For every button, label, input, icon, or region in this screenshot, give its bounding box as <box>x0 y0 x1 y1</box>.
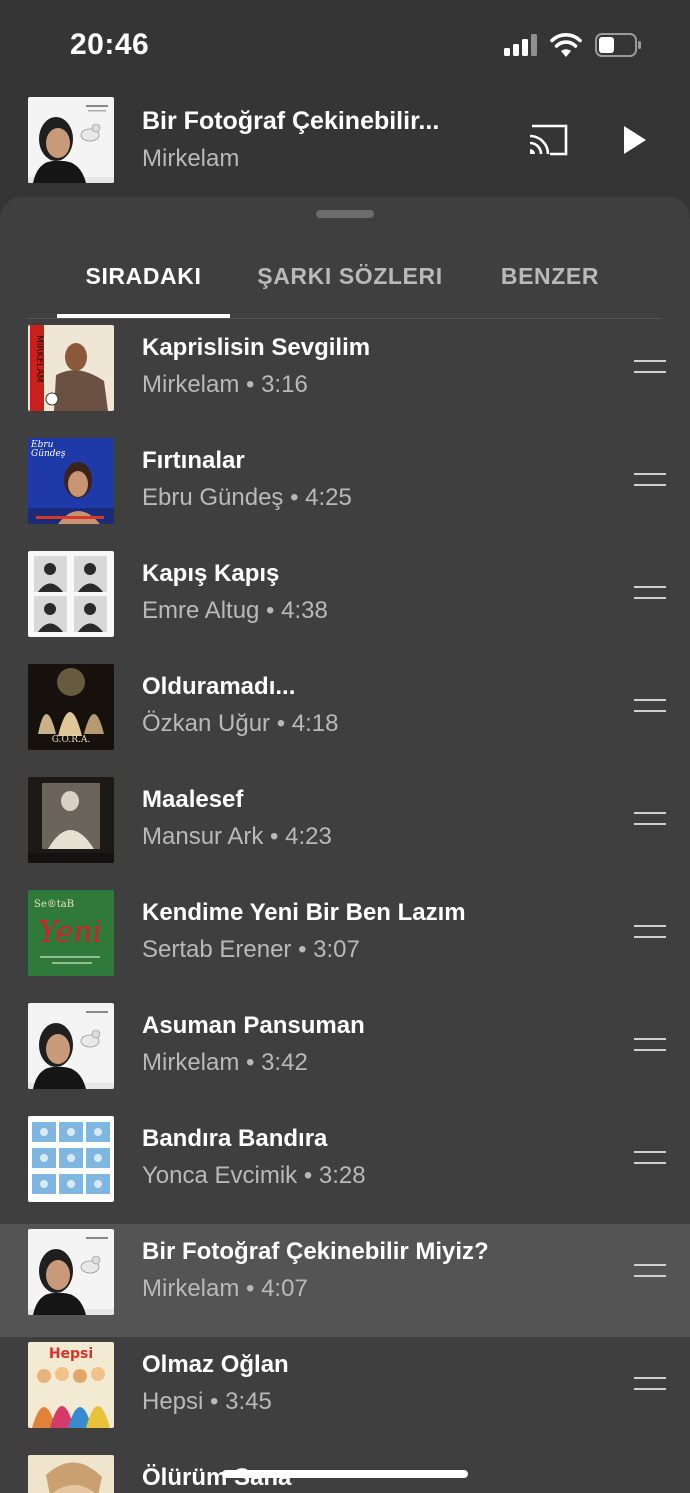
album-art: MIRKELAM <box>28 325 114 411</box>
track-title: Olmaz Oğlan <box>142 1351 289 1378</box>
svg-text:Gündeş: Gündeş <box>31 449 66 459</box>
track-title: Olduramadı... <box>142 673 296 700</box>
tab-lyrics[interactable]: ŞARKI SÖZLERI <box>250 263 450 290</box>
play-icon[interactable] <box>616 120 652 160</box>
reorder-handle-icon[interactable] <box>634 1038 666 1052</box>
status-time: 20:46 <box>70 28 150 61</box>
album-art <box>28 1229 114 1315</box>
reorder-handle-icon[interactable] <box>634 925 666 939</box>
queue-row[interactable]: Se®taB Yeni Kendime Yeni Bir Ben Lazım S… <box>0 885 690 998</box>
queue-row[interactable]: Asuman Pansuman Mirkelam • 3:42 <box>0 998 690 1111</box>
home-indicator[interactable] <box>222 1470 468 1478</box>
queue-row[interactable]: Bandıra Bandıra Yonca Evcimik • 3:28 <box>0 1111 690 1224</box>
track-artist-duration: Hepsi • 3:45 <box>142 1388 272 1415</box>
reorder-handle-icon[interactable] <box>634 1264 666 1278</box>
track-title: Maalesef <box>142 786 244 813</box>
album-art <box>28 1116 114 1202</box>
album-art: G.O.R.A. <box>28 664 114 750</box>
track-title: Fırtınalar <box>142 447 245 474</box>
cellular-signal-icon <box>504 34 540 56</box>
queue-row[interactable]: MIRKELAM Kaprislisin Sevgilim Mirkelam •… <box>0 320 690 433</box>
now-playing-artist: Mirkelam <box>142 145 240 172</box>
svg-text:Hepsi: Hepsi <box>49 1346 93 1362</box>
reorder-handle-icon[interactable] <box>634 1377 666 1391</box>
album-art <box>28 1003 114 1089</box>
track-title: Kendime Yeni Bir Ben Lazım <box>142 899 466 926</box>
track-title: Kaprislisin Sevgilim <box>142 334 371 361</box>
queue-sheet: SIRADAKI ŞARKI SÖZLERI BENZER MIRKELAM K… <box>0 197 690 1493</box>
album-art <box>28 1455 114 1493</box>
track-artist-duration: Emre Altug • 4:38 <box>142 597 328 624</box>
album-art: Ebru Gündeş <box>28 438 114 524</box>
track-artist-duration: Mansur Ark • 4:23 <box>142 823 332 850</box>
track-artist-duration: Özkan Uğur • 4:18 <box>142 710 339 737</box>
now-playing-title: Bir Fotoğraf Çekinebilir... <box>142 107 440 135</box>
status-bar: 20:46 <box>0 0 690 90</box>
track-artist-duration: Ebru Gündeş • 4:25 <box>142 484 352 511</box>
tab-related[interactable]: BENZER <box>488 263 612 290</box>
track-title: Bir Fotoğraf Çekinebilir Miyiz? <box>142 1238 489 1265</box>
svg-text:Se®taB: Se®taB <box>34 899 74 910</box>
track-title: Asuman Pansuman <box>142 1012 365 1039</box>
now-playing-bar[interactable]: Bir Fotoğraf Çekinebilir... Mirkelam <box>0 90 690 195</box>
svg-text:MIRKELAM: MIRKELAM <box>34 335 44 382</box>
battery-icon <box>595 33 641 57</box>
queue-row[interactable]: Maalesef Mansur Ark • 4:23 <box>0 772 690 885</box>
track-title: Ölürüm Sana <box>142 1464 292 1491</box>
reorder-handle-icon[interactable] <box>634 699 666 713</box>
track-artist-duration: Yonca Evcimik • 3:28 <box>142 1162 366 1189</box>
tab-bar: SIRADAKI ŞARKI SÖZLERI BENZER <box>28 241 662 319</box>
track-title: Kapış Kapış <box>142 560 280 587</box>
cast-icon[interactable] <box>526 122 570 158</box>
track-artist-duration: Sertab Erener • 3:07 <box>142 936 360 963</box>
album-art: Hepsi <box>28 1342 114 1428</box>
track-title: Bandıra Bandıra <box>142 1125 328 1152</box>
active-tab-indicator <box>57 314 230 318</box>
reorder-handle-icon[interactable] <box>634 1151 666 1165</box>
reorder-handle-icon[interactable] <box>634 360 666 374</box>
queue-row[interactable]: G.O.R.A. Olduramadı... Özkan Uğur • 4:18 <box>0 659 690 772</box>
track-artist-duration: Mirkelam • 3:16 <box>142 371 308 398</box>
svg-text:G.O.R.A.: G.O.R.A. <box>52 735 91 745</box>
queue-row[interactable]: Kapış Kapış Emre Altug • 4:38 <box>0 546 690 659</box>
album-art <box>28 551 114 637</box>
reorder-handle-icon[interactable] <box>634 473 666 487</box>
queue-list: MIRKELAM Kaprislisin Sevgilim Mirkelam •… <box>0 320 690 1493</box>
reorder-handle-icon[interactable] <box>634 586 666 600</box>
tab-up-next[interactable]: SIRADAKI <box>57 263 230 290</box>
queue-row[interactable]: Ebru Gündeş Fırtınalar Ebru Gündeş • 4:2… <box>0 433 690 546</box>
track-artist-duration: Mirkelam • 3:42 <box>142 1049 308 1076</box>
queue-row[interactable]: Hepsi Olmaz Oğlan Hepsi • 3:45 <box>0 1337 690 1450</box>
svg-text:Yeni: Yeni <box>38 915 102 950</box>
queue-row-current[interactable]: Bir Fotoğraf Çekinebilir Miyiz? Mirkelam… <box>0 1224 690 1337</box>
album-art: Se®taB Yeni <box>28 890 114 976</box>
now-playing-album-art <box>28 97 114 183</box>
album-art <box>28 777 114 863</box>
reorder-handle-icon[interactable] <box>634 812 666 826</box>
sheet-drag-handle[interactable] <box>316 210 374 218</box>
track-artist-duration: Mirkelam • 4:07 <box>142 1275 308 1302</box>
wifi-icon <box>550 33 582 57</box>
